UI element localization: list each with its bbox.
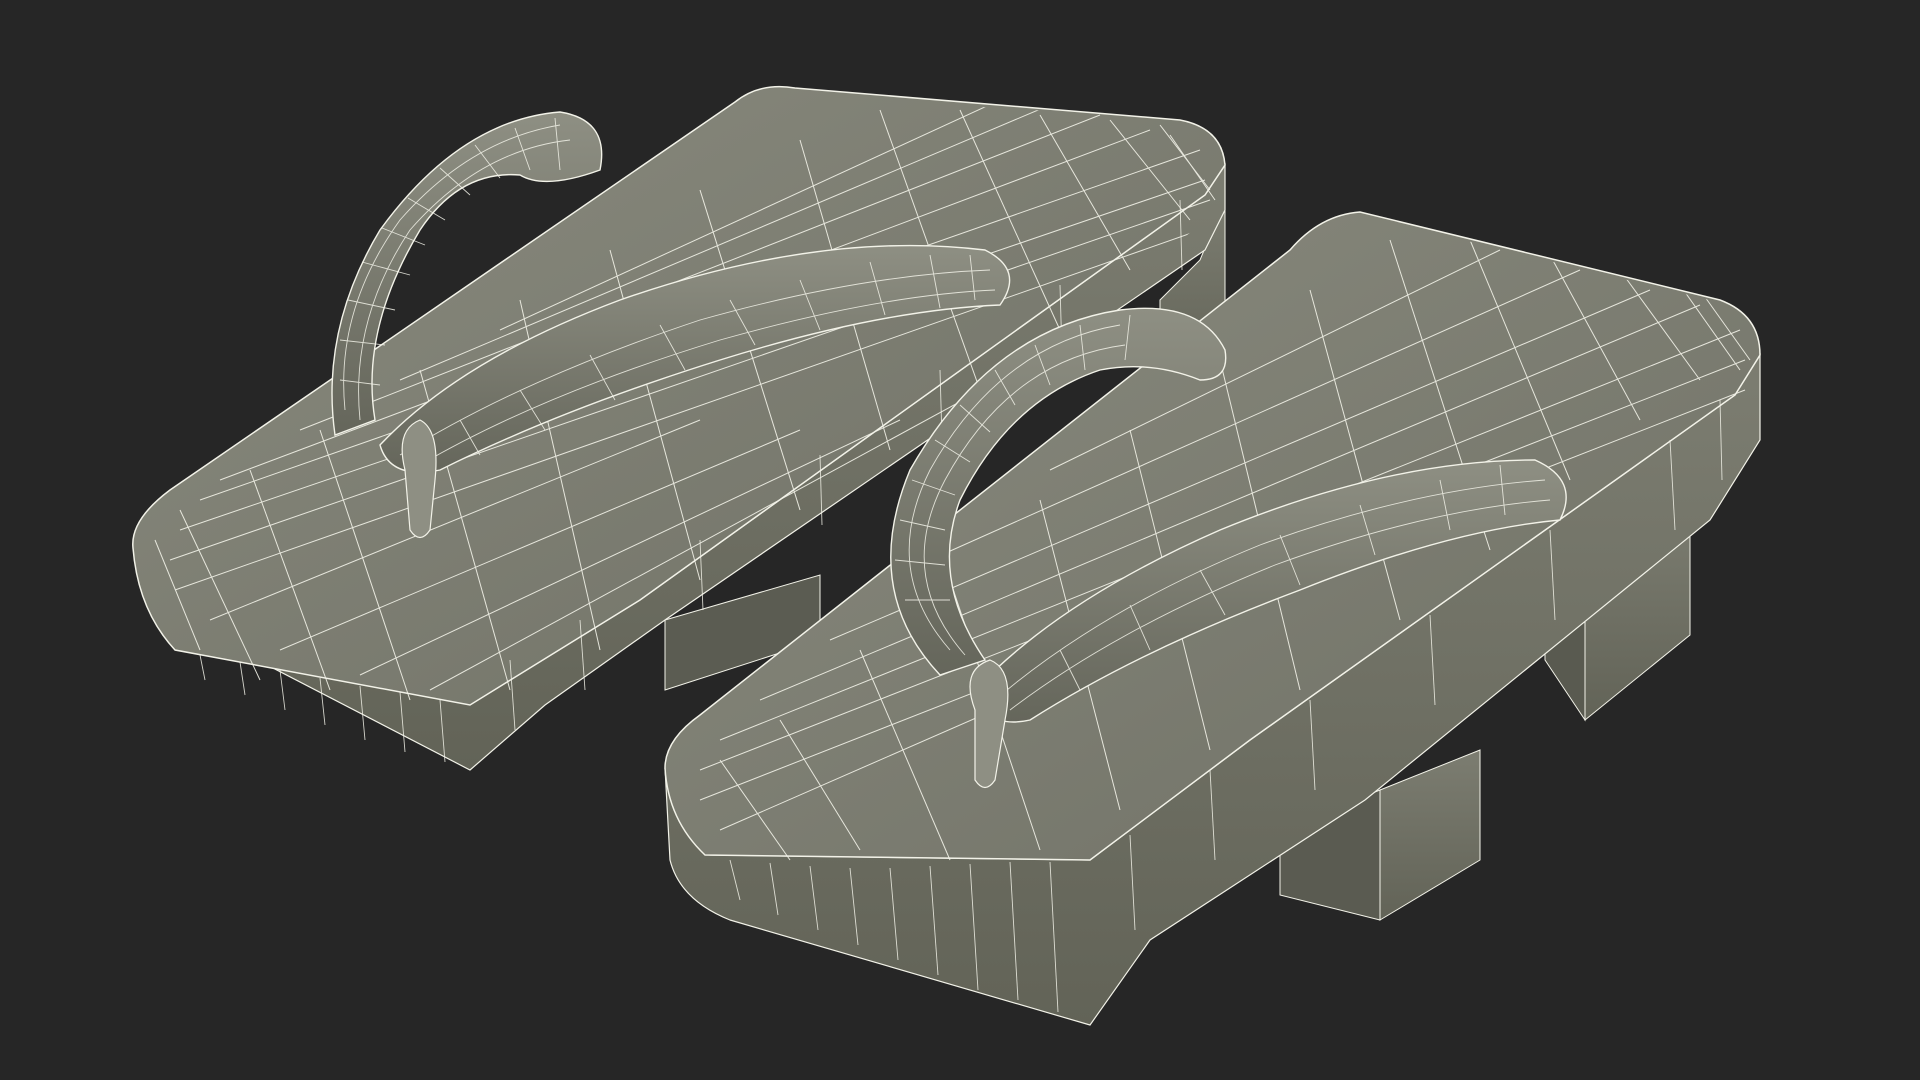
geta-sandals-wireframe-render xyxy=(132,85,1761,1026)
render-viewport xyxy=(0,0,1920,1080)
